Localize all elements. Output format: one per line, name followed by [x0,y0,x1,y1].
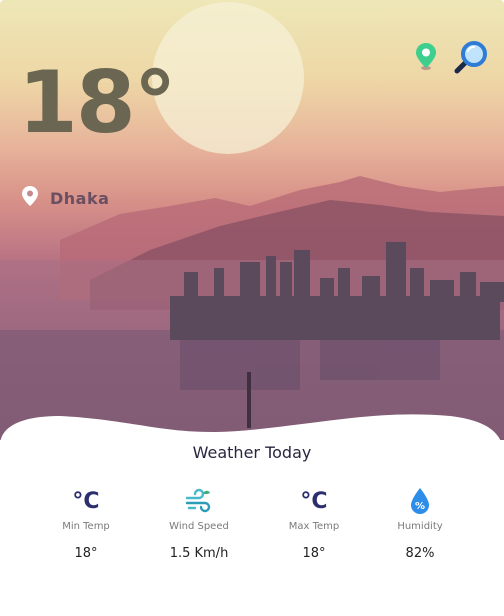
stat-max-temp: °C Max Temp 18° [259,486,369,562]
stat-label: Min Temp [62,521,110,532]
top-actions [416,40,488,74]
weather-app: 18° Dhaka Weather Today °C Min Temp 18° … [0,0,504,616]
stat-value: 18° [302,546,326,561]
celsius-icon: °C [72,488,100,514]
stat-value: 82% [405,546,435,561]
stat-min-temp: °C Min Temp 18° [31,486,141,562]
stat-label: Max Temp [288,521,340,532]
stat-label: Humidity [397,521,443,532]
stat-value: 1.5 Km/h [169,546,229,561]
search-icon[interactable] [454,40,488,74]
stat-humidity: % Humidity 82% [365,486,475,561]
stat-value: 18° [74,546,98,561]
background-scene: 18° Dhaka [0,0,504,440]
stat-wind-speed: Wind Speed 1.5 Km/h [144,486,254,561]
panel-title: Weather Today [192,443,312,462]
location-name: Dhaka [50,188,110,208]
humidity-drop-icon: % [409,486,431,516]
wind-icon [185,486,213,516]
celsius-icon: °C [300,488,328,514]
current-temperature: 18° [18,53,177,153]
location-pin-icon [22,186,38,210]
location-row: Dhaka [22,186,109,210]
stat-label: Wind Speed [169,521,229,532]
svg-text:%: % [415,501,425,512]
map-pin-icon[interactable] [416,43,436,71]
